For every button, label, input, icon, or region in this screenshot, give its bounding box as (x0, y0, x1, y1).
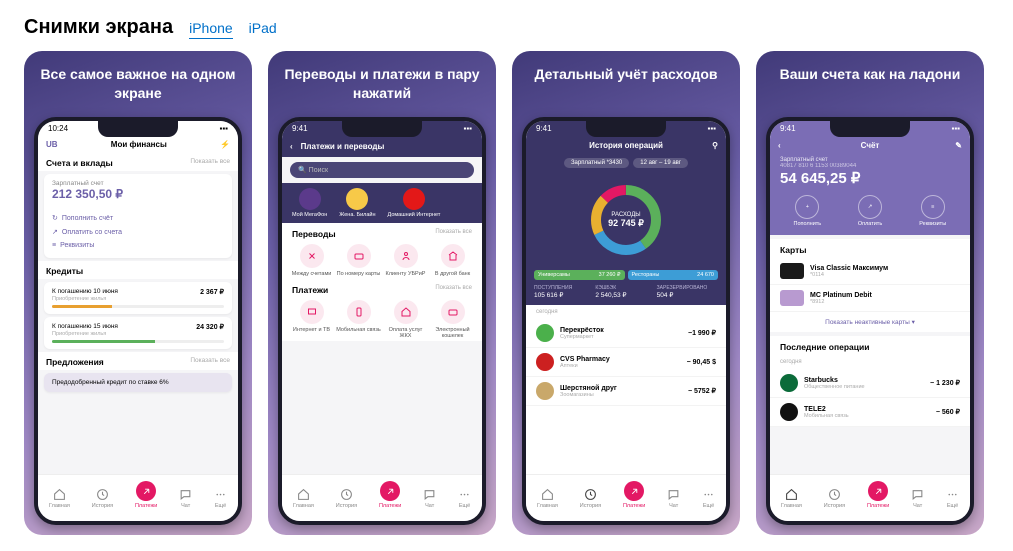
nav-payments[interactable]: Платежи (867, 487, 889, 509)
card-row[interactable]: Visa Classic Максимум*0114 (770, 258, 970, 285)
nav-home[interactable]: Главная (781, 488, 802, 509)
operation-row[interactable]: Шерстяной другЗоомагазины− 5752 ₽ (526, 377, 726, 406)
account-card[interactable]: Зарплатный счет 212 350,50 ₽ ↻Пополнить … (44, 174, 232, 258)
operation-row[interactable]: StarbucksОбщественное питание− 1 230 ₽ (770, 369, 970, 398)
operation-row[interactable]: TELE2Мобильная связь− 560 ₽ (770, 398, 970, 427)
credit-card-2[interactable]: К погашению 15 июня24 320 ₽ Приобретение… (44, 317, 232, 349)
category-tag[interactable]: Рестораны24 670 (628, 270, 719, 280)
operation-row[interactable]: ПерекрёстокСупермаркет−1 990 ₽ (526, 319, 726, 348)
screenshot-4[interactable]: Ваши счета как на ладони 9:41▪▪▪ ‹Счёт✎ … (756, 51, 984, 535)
balance: 212 350,50 ₽ (52, 187, 224, 201)
nav-chat[interactable]: Чат (667, 488, 680, 509)
nav-chat[interactable]: Чат (423, 488, 436, 509)
fav-item[interactable]: Мой МегаФон (292, 188, 327, 218)
topup-link[interactable]: ↻Пополнить счёт (52, 211, 224, 225)
phone-mockup: 10:24▪▪▪ UB Мои финансы ⚡ Счета и вклады… (34, 117, 242, 525)
card-row[interactable]: MC Platinum Debit*8912 (770, 285, 970, 312)
app-header: ‹Счёт✎ (770, 136, 970, 155)
balance: 54 645,25 ₽ (780, 169, 960, 187)
nav-chat[interactable]: Чат (179, 488, 192, 509)
payment-item[interactable]: Оплата услуг ЖКХ (382, 300, 429, 339)
nav-history[interactable]: История (824, 488, 845, 509)
pay-link[interactable]: ↗Оплатить со счета (52, 225, 224, 239)
nav-history[interactable]: История (336, 488, 357, 509)
nav-home[interactable]: Главная (49, 488, 70, 509)
screenshot-caption: Переводы и платежи в пару нажатий (278, 65, 486, 107)
back-icon[interactable]: ‹ (290, 142, 293, 151)
screenshot-3[interactable]: Детальный учёт расходов 9:41▪▪▪ История … (512, 51, 740, 535)
transfer-item[interactable]: По номеру карты (335, 244, 382, 277)
fav-item[interactable]: Домашний Интернет (388, 188, 441, 218)
pay-icon: ↗ (52, 228, 58, 236)
payment-item[interactable]: Мобильная связь (335, 300, 382, 339)
screenshot-2[interactable]: Переводы и платежи в пару нажатий 9:41▪▪… (268, 51, 496, 535)
operation-row[interactable]: CVS PharmacyАптеки− 90,45 $ (526, 348, 726, 377)
payment-item[interactable]: Электронный кошелек (429, 300, 476, 339)
category-tag[interactable]: Универсамы37 260 ₽ (534, 270, 625, 280)
nav-more[interactable]: Ещё (946, 488, 959, 509)
tab-iphone[interactable]: iPhone (189, 20, 233, 39)
expense-chart: РАСХОДЫ92 745 ₽ (526, 174, 726, 270)
bottom-nav: Главная История Платежи Чат Ещё (38, 474, 238, 521)
action-details[interactable]: ≡Реквизиты (901, 195, 964, 227)
transfer-item[interactable]: В другой банк (429, 244, 476, 277)
search-input[interactable]: 🔍 Поиск (290, 162, 474, 178)
screenshot-caption: Ваши счета как на ладони (780, 65, 961, 107)
action-topup[interactable]: +Пополнить (776, 195, 839, 227)
nav-payments[interactable]: Платежи (135, 487, 157, 509)
credit-card-1[interactable]: К погашению 10 июня2 367 ₽ Приобретение … (44, 282, 232, 314)
favorites-row: Мой МегаФон Жена. Билайн Домашний Интерн… (282, 183, 482, 223)
filter-icon[interactable]: ⚲ (712, 141, 718, 150)
nav-payments[interactable]: Платежи (379, 487, 401, 509)
fav-item[interactable]: Жена. Билайн (339, 188, 375, 218)
nav-more[interactable]: Ещё (458, 488, 471, 509)
app-header: История операций⚲ (526, 136, 726, 155)
chip-account[interactable]: Зарплатный *3430 (564, 158, 629, 168)
offer-banner[interactable]: Предодобренный кредит по ставке 6% (44, 373, 232, 392)
payment-item[interactable]: Интернет и ТВ (288, 300, 335, 339)
nav-payments[interactable]: Платежи (623, 487, 645, 509)
tab-ipad[interactable]: iPad (249, 20, 277, 36)
nav-more[interactable]: Ещё (702, 488, 715, 509)
screenshot-caption: Все самое важное на одном экране (34, 65, 242, 107)
nav-chat[interactable]: Чат (911, 488, 924, 509)
edit-icon[interactable]: ✎ (955, 141, 962, 150)
show-inactive-link[interactable]: Показать неактивные карты ▾ (770, 312, 970, 332)
screenshot-row: Все самое важное на одном экране 10:24▪▪… (24, 51, 989, 535)
app-header: UB Мои финансы ⚡ (38, 136, 238, 153)
chip-dates[interactable]: 12 авг – 19 авг (633, 158, 688, 168)
nav-history[interactable]: История (580, 488, 601, 509)
details-link[interactable]: ≡Реквизиты (52, 239, 224, 252)
action-pay[interactable]: ↗Оплатить (839, 195, 902, 227)
screenshot-caption: Детальный учёт расходов (534, 65, 717, 107)
logo-icon: UB (46, 140, 58, 149)
details-icon: ≡ (52, 242, 56, 249)
transfer-item[interactable]: Между счетами (288, 244, 335, 277)
lightning-icon: ⚡ (220, 140, 230, 149)
topup-icon: ↻ (52, 214, 58, 222)
app-header: ‹Платежи и переводы (282, 136, 482, 157)
nav-history[interactable]: История (92, 488, 113, 509)
screenshot-1[interactable]: Все самое важное на одном экране 10:24▪▪… (24, 51, 252, 535)
transfers-grid: Между счетами По номеру карты Клиенту УБ… (282, 242, 482, 279)
payments-grid: Интернет и ТВ Мобильная связь Оплата усл… (282, 298, 482, 341)
nav-home[interactable]: Главная (537, 488, 558, 509)
nav-home[interactable]: Главная (293, 488, 314, 509)
back-icon[interactable]: ‹ (778, 141, 781, 150)
transfer-item[interactable]: Клиенту УБРиР (382, 244, 429, 277)
nav-more[interactable]: Ещё (214, 488, 227, 509)
section-title: Снимки экрана (24, 16, 173, 39)
